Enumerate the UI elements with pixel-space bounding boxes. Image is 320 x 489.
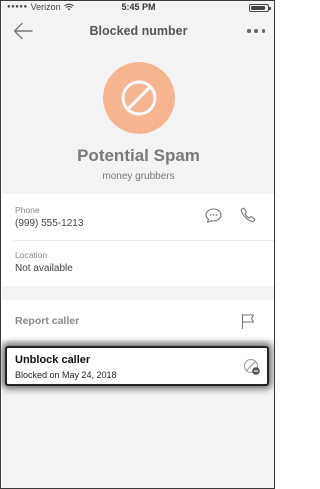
- caller-name: Potential Spam: [77, 146, 200, 165]
- location-value: Not available: [15, 263, 73, 274]
- details-divider: [14, 240, 274, 241]
- unblock-icon[interactable]: [243, 358, 261, 376]
- phone-number[interactable]: (999) 555-1213: [15, 218, 83, 229]
- location-label: Location: [15, 250, 48, 260]
- status-bar: ●●●●● Verizon 5:45 PM: [2, 1, 274, 15]
- report-caller-row[interactable]: Report caller: [2, 300, 274, 340]
- battery-icon: [249, 4, 271, 12]
- phone-icon[interactable]: [240, 207, 256, 223]
- report-caller-label[interactable]: Report caller: [15, 315, 79, 327]
- more-options-icon[interactable]: [247, 24, 265, 38]
- header: Blocked number: [2, 15, 274, 49]
- blocked-avatar-icon: [103, 62, 175, 134]
- page-title: Blocked number: [89, 24, 188, 38]
- unblock-caller-title[interactable]: Unblock caller: [15, 354, 90, 366]
- unblock-caller-button[interactable]: Unblock caller Blocked on May 24, 2018: [5, 346, 269, 386]
- battery-level: [251, 6, 265, 10]
- app-frame: ●●●●● Verizon 5:45 PM Blocked number Pot…: [0, 0, 275, 489]
- status-time: 5:45 PM: [121, 2, 156, 12]
- flag-icon[interactable]: [240, 313, 256, 329]
- phone-label: Phone: [15, 205, 40, 215]
- blocked-date: Blocked on May 24, 2018: [15, 370, 117, 380]
- contact-details-card: Phone (999) 555-1213 Location Not availa…: [2, 194, 274, 286]
- caller-note: money grubbers: [102, 171, 175, 182]
- message-icon[interactable]: [205, 208, 222, 223]
